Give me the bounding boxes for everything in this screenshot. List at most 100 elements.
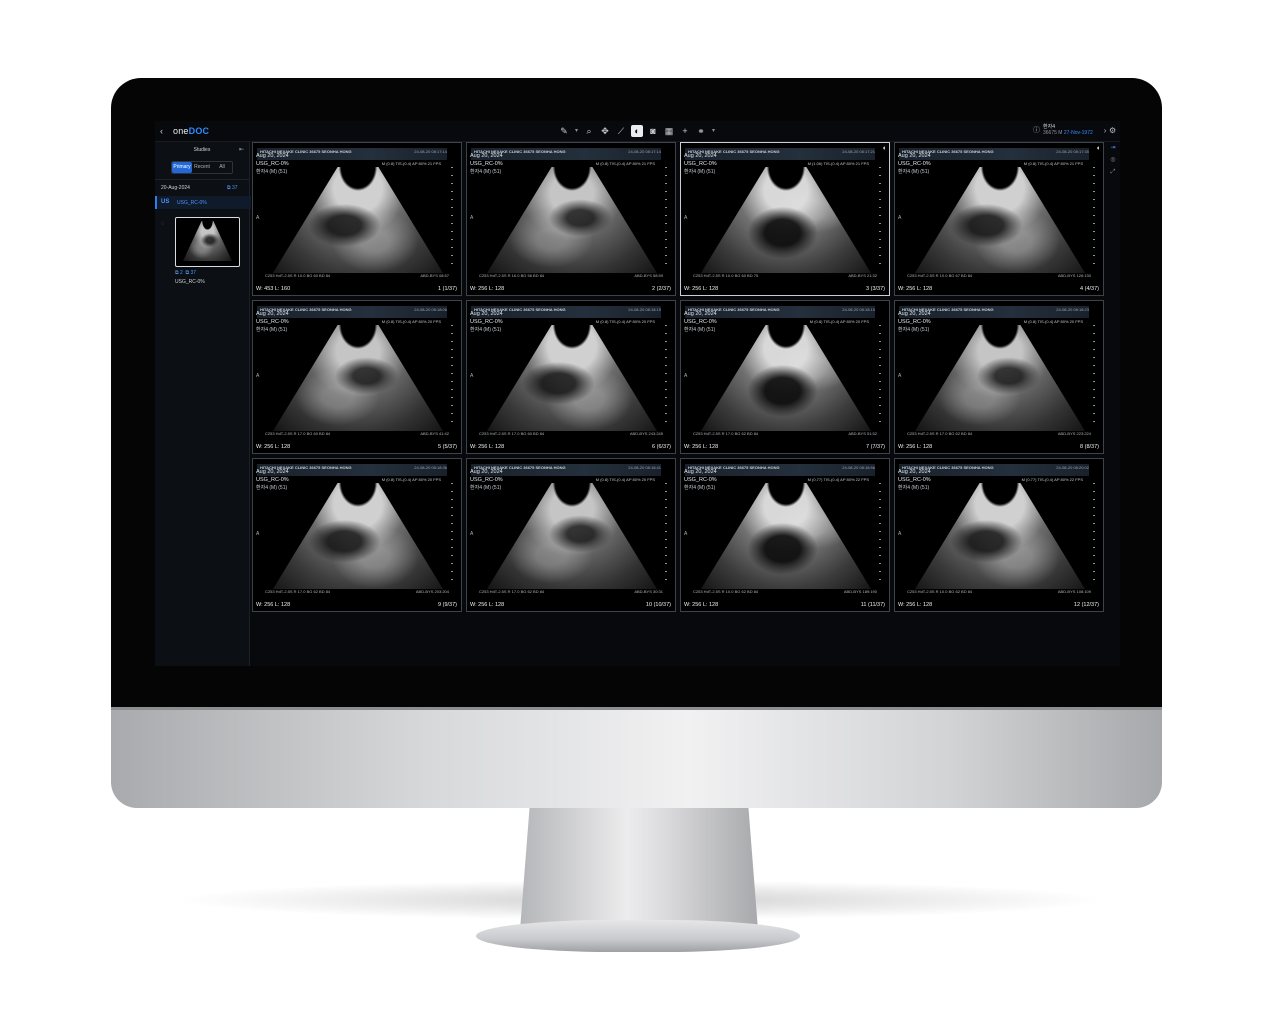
right-rail: ⇥ ◎ ⤢ <box>1106 142 1120 182</box>
crosshair-icon[interactable]: + <box>679 125 691 137</box>
orientation-marker: A <box>898 531 902 537</box>
series-thumbnail[interactable] <box>175 217 240 267</box>
overlay-timestamp: 24-08-20 08:20:02 <box>1056 465 1089 470</box>
viewport[interactable]: HITACHI NEXAKE CLINIC 36675 SEONHA HONG 2… <box>894 458 1104 612</box>
overlay-description: USG_RC-0% <box>470 319 503 325</box>
overlay-timestamp: 24-08-20 08:18:15 <box>842 307 875 312</box>
overlay-probe: C253 HdT-2.5S R 10.0 BG 67 BD 84 <box>907 273 973 278</box>
overlay-probe: C253 HdT-2.5S R 16.0 BG 56 BD 84 <box>479 273 545 278</box>
monitor-stand-base <box>476 920 800 952</box>
rail-expand-icon[interactable]: ⇥ <box>1106 142 1120 154</box>
panel-divider <box>155 179 249 180</box>
overlay-preset: ABD-BYS 51:52 <box>848 431 877 436</box>
image-index: 4 (4/37) <box>1080 286 1099 292</box>
viewport[interactable]: HITACHI NEXAKE CLINIC 36675 SEONHA HONG 2… <box>466 300 676 454</box>
viewport[interactable]: HITACHI NEXAKE CLINIC 36675 SEONHA HONG 2… <box>466 458 676 612</box>
overlay-patient: 환자4 (M) (51) <box>898 169 930 175</box>
patient-sex: M <box>1058 130 1063 136</box>
overlay-timestamp: 24-08-20 08:18:41 <box>628 465 661 470</box>
window-level: W: 256 L: 128 <box>470 444 505 450</box>
panel-title: Studies <box>193 147 211 153</box>
overlay-description: USG_RC-0% <box>256 477 289 483</box>
overlay-probe: C253 HdT-2.5S R 10.0 BG 62 BD 84 <box>907 589 973 594</box>
ultrasound-image <box>915 483 1085 589</box>
depth-scale <box>879 483 881 583</box>
overlay-description: USG_RC-0% <box>470 161 503 167</box>
orientation-marker: A <box>684 373 688 379</box>
cine-icon[interactable]: ◐ <box>883 145 887 152</box>
window-level-icon[interactable]: ◐ <box>631 125 643 137</box>
overlay-date: Aug 20, 2024 <box>898 469 931 475</box>
study-date: 20-Aug-2024 <box>161 185 190 191</box>
overlay-probe: C253 HdT-2.5S R 17.0 BG 62 BD 84 <box>907 431 973 436</box>
next-icon[interactable]: › <box>1104 126 1107 135</box>
viewport[interactable]: HITACHI NEXAKE CLINIC 36675 SEONHA HONG 2… <box>252 458 462 612</box>
overlay-timestamp: 24-08-20 08:18:15 <box>628 307 661 312</box>
ultrasound-image <box>487 483 657 589</box>
overlay-preset: ABD-BYS 189:190 <box>843 589 877 594</box>
tab-primary[interactable]: Primary <box>172 162 192 173</box>
overlay-date: Aug 20, 2024 <box>470 153 503 159</box>
overlay-patient: 환자4 (M) (51) <box>898 485 930 491</box>
layout-icon[interactable]: ▦ <box>663 125 675 137</box>
ultrasound-image <box>487 325 657 431</box>
viewport[interactable]: HITACHI NEXAKE CLINIC 36675 SEONHA HONG 2… <box>252 300 462 454</box>
overlay-params: M (0.8) TIS-(0.4) AP 80% 20 FPS <box>381 319 441 324</box>
collapse-panel-icon[interactable]: ⇤ <box>239 146 244 153</box>
patient-info: ⓘ 환자4 36675 M 27-Nov-1972 › <box>1033 124 1106 136</box>
ultrasound-image <box>273 325 443 431</box>
overlay-params: M (0.8) TIS-(0.4) AP 80% 20 FPS <box>595 319 655 324</box>
zoom-icon[interactable]: ⌕ <box>583 125 595 137</box>
overlay-timestamp: 24-08-20 08:18:56 <box>842 465 875 470</box>
camera-icon[interactable]: ◙ <box>647 125 659 137</box>
measure-icon[interactable]: ⟋ <box>615 125 627 137</box>
overlay-patient: 환자4 (M) (51) <box>470 327 502 333</box>
rail-target-icon[interactable]: ◎ <box>1106 154 1120 166</box>
viewport[interactable]: HITACHI NEXAKE CLINIC 36675 SEONHA HONG 2… <box>894 300 1104 454</box>
pencil-dropdown-icon[interactable]: ▾ <box>574 125 579 137</box>
viewport[interactable]: HITACHI NEXAKE CLINIC 36675 SEONHA HONG 2… <box>680 300 890 454</box>
viewport[interactable]: HITACHI NEXAKE CLINIC 36675 SEONHA HONG 2… <box>680 142 890 296</box>
window-level: W: 256 L: 128 <box>898 602 933 608</box>
link-dropdown-icon[interactable]: ▾ <box>711 125 716 137</box>
overlay-params: M (0.8) TIS-(0.4) AP 80% 20 FPS <box>809 319 869 324</box>
orientation-marker: A <box>898 215 902 221</box>
image-index: 10 (10/37) <box>645 602 671 608</box>
patient-info-icon[interactable]: ⓘ <box>1033 125 1040 135</box>
cine-icon[interactable]: ◐ <box>1097 145 1101 152</box>
overlay-date: Aug 20, 2024 <box>256 153 289 159</box>
viewport[interactable]: HITACHI NEXAKE CLINIC 36675 SEONHA HONG 2… <box>894 142 1104 296</box>
window-level: W: 256 L: 128 <box>470 286 505 292</box>
patient-details: 환자4 36675 M 27-Nov-1972 <box>1043 124 1093 136</box>
viewport[interactable]: HITACHI NEXAKE CLINIC 36675 SEONHA HONG 2… <box>252 142 462 296</box>
back-icon[interactable]: ‹ <box>160 126 163 136</box>
ultrasound-image <box>915 167 1085 273</box>
image-index: 12 (12/37) <box>1073 602 1099 608</box>
pencil-tool-icon[interactable]: ✎ <box>558 125 570 137</box>
tab-all[interactable]: All <box>212 162 232 173</box>
patient-dob: 27-Nov-1972 <box>1063 130 1093 136</box>
ultrasound-image <box>273 167 443 273</box>
series-number: 2 <box>179 270 183 276</box>
study-item[interactable]: US USG_RC-0% <box>155 196 251 209</box>
link-icon[interactable]: ⚭ <box>695 125 707 137</box>
overlay-probe: C253 HdT-2.5S R 17.0 BG 60 BD 84 <box>265 431 331 436</box>
depth-scale <box>665 325 667 425</box>
overlay-probe: C253 HdT-2.5S R 10.0 BG 60 BD 75 <box>693 273 759 278</box>
overlay-description: USG_RC-0% <box>898 319 931 325</box>
ultrasound-image <box>701 483 871 589</box>
depth-scale <box>665 167 667 267</box>
overlay-patient: 환자4 (M) (51) <box>256 169 288 175</box>
settings-icon[interactable]: ⚙ <box>1109 126 1116 135</box>
rail-fullscreen-icon[interactable]: ⤢ <box>1106 166 1120 178</box>
viewport[interactable]: HITACHI NEXAKE CLINIC 36675 SEONHA HONG 2… <box>680 458 890 612</box>
monitor-chin <box>111 707 1162 808</box>
tab-recent[interactable]: Recent <box>192 162 212 173</box>
monitor-stand-neck <box>520 808 758 930</box>
viewport[interactable]: HITACHI NEXAKE CLINIC 36675 SEONHA HONG 2… <box>466 142 676 296</box>
pan-icon[interactable]: ✥ <box>599 125 611 137</box>
overlay-date: Aug 20, 2024 <box>898 153 931 159</box>
series-meta: ⧉ 2 ⧉ 37 <box>175 270 196 276</box>
ultrasound-image <box>701 167 871 273</box>
window-level: W: 256 L: 128 <box>684 444 719 450</box>
